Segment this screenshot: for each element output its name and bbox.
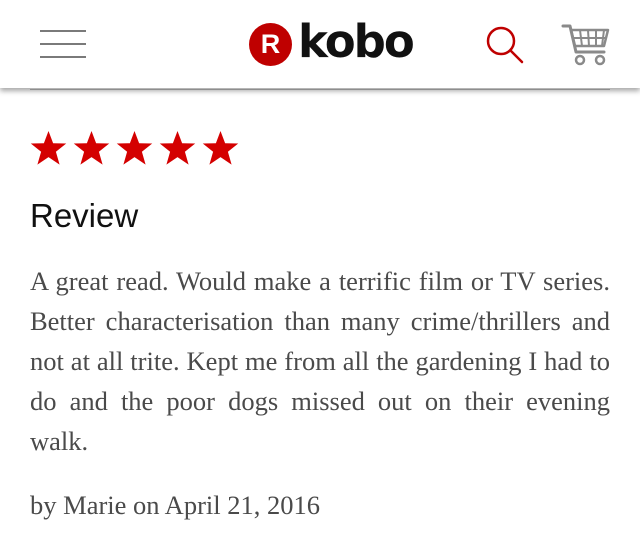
menu-bar [40, 30, 86, 32]
review-byline: by Marie on April 21, 2016 [30, 490, 320, 520]
star-icon [73, 131, 110, 165]
menu-bar [40, 43, 86, 45]
star-icon [30, 131, 67, 165]
star-icon [202, 131, 239, 165]
cart-button[interactable] [560, 20, 612, 68]
star-rating [30, 130, 239, 166]
app-header: R kobo [0, 0, 640, 88]
review-text: A great read. Would make a terrific film… [30, 266, 610, 456]
kobo-logo[interactable]: R kobo [249, 15, 415, 70]
star-icon [159, 131, 196, 165]
header-divider [30, 89, 610, 90]
review-heading: Review [30, 197, 139, 234]
menu-bar [40, 56, 86, 58]
shopping-cart-icon [561, 24, 610, 66]
star-icon [116, 131, 153, 165]
rakuten-badge-icon: R [249, 22, 292, 66]
logo-text: kobo [298, 15, 415, 68]
hamburger-menu-button[interactable] [36, 22, 92, 64]
search-button[interactable] [484, 24, 526, 66]
search-icon [486, 26, 524, 64]
